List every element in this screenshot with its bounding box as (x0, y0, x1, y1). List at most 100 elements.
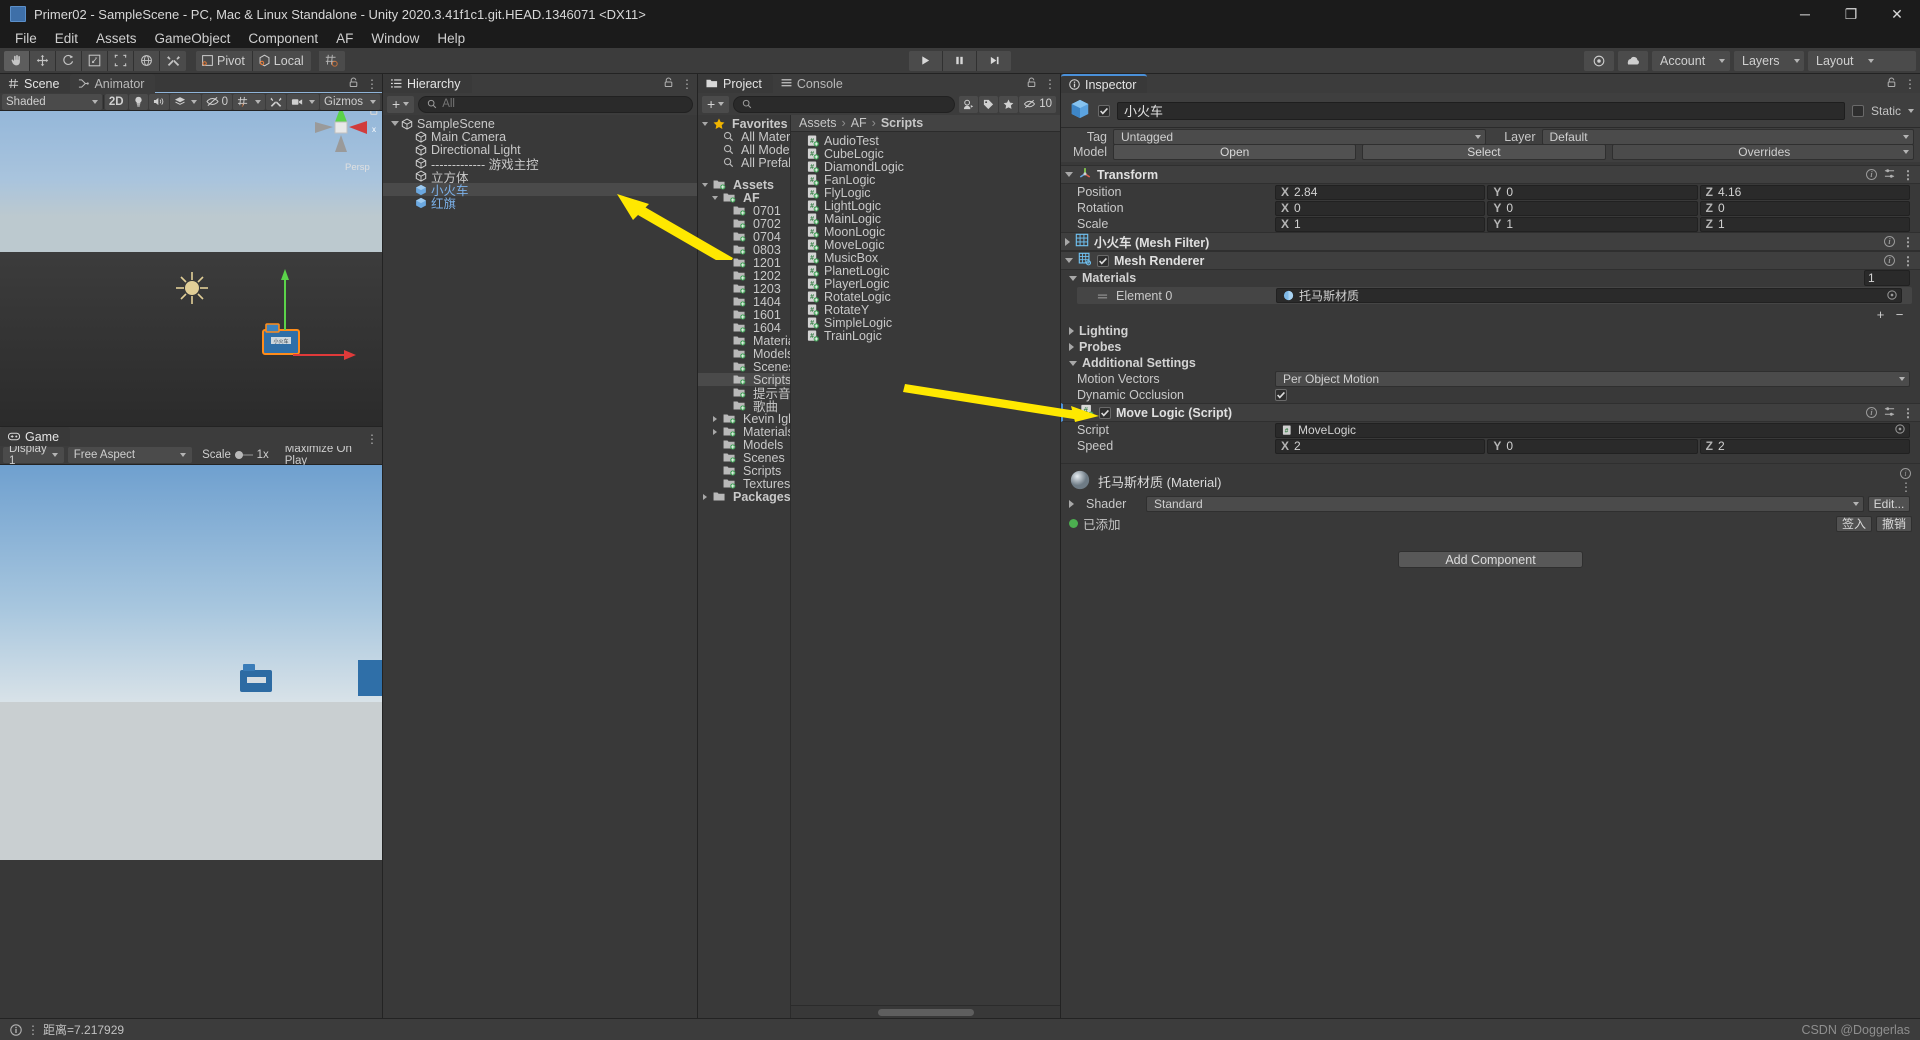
scene-lock-icon[interactable] (348, 76, 359, 91)
apply-button[interactable]: 签入 (1836, 515, 1872, 532)
breadcrumb-segment[interactable]: Assets (799, 116, 837, 130)
scale-slider[interactable]: Scale 1x (196, 447, 275, 463)
close-button[interactable]: ✕ (1874, 0, 1920, 28)
collab-button[interactable] (1584, 50, 1614, 71)
project-tree-item[interactable]: 1203 (698, 282, 790, 296)
materials-count[interactable]: 1 (1864, 270, 1910, 286)
project-asset-item[interactable]: # MoonLogic (791, 225, 1060, 239)
twisty-right-icon[interactable] (1069, 343, 1074, 351)
rect-tool-button[interactable] (108, 50, 134, 71)
project-asset-item[interactable]: # DiamondLogic (791, 160, 1060, 174)
audio-toggle-button[interactable] (148, 93, 169, 110)
additional-settings-foldout[interactable]: Additional Settings (1061, 355, 1920, 371)
hand-tool-button[interactable] (4, 50, 30, 71)
help-icon[interactable]: i (1884, 236, 1895, 247)
gizmos-toggle-button[interactable]: Gizmos (320, 93, 380, 110)
mesh-renderer-enabled-checkbox[interactable] (1097, 254, 1109, 267)
project-add-button[interactable]: + (702, 95, 730, 113)
transform-scale-z-field[interactable]: Z1 (1699, 216, 1910, 232)
twisty-right-icon[interactable] (1069, 327, 1074, 335)
local-toggle[interactable]: Local (252, 50, 311, 71)
material-element-field[interactable]: 托马斯材质 (1276, 288, 1902, 303)
aspect-dropdown[interactable]: Free Aspect (67, 447, 193, 463)
hidden-objects-button[interactable]: 0 (201, 93, 233, 110)
object-name-field[interactable]: 小火车 (1117, 101, 1845, 120)
shader-dropdown[interactable]: Standard (1146, 496, 1864, 512)
twisty-down-icon[interactable] (700, 182, 709, 187)
component-menu-icon[interactable]: ⋮ (1902, 169, 1914, 181)
transform-rotation-x-field[interactable]: X0 (1275, 200, 1486, 216)
maximize-button[interactable]: ❐ (1828, 0, 1874, 28)
lighting-toggle-button[interactable] (128, 93, 148, 110)
speed-y-field[interactable]: Y 0 (1487, 438, 1698, 454)
custom-tool-button[interactable] (160, 50, 186, 71)
project-tree-item[interactable]: Scenes (698, 451, 790, 465)
project-tree-item[interactable]: 1404 (698, 295, 790, 309)
scale-slider-thumb[interactable] (234, 451, 243, 459)
project-tree-item[interactable]: Assets (698, 178, 790, 192)
scene-camera-button[interactable] (287, 93, 320, 110)
twisty-down-icon[interactable] (1069, 275, 1077, 281)
project-tree-item[interactable]: Favorites (698, 117, 790, 131)
object-picker-icon[interactable] (1895, 423, 1905, 437)
project-tree-item[interactable]: Kevin Igles (698, 412, 790, 426)
pivot-toggle[interactable]: Pivot (196, 50, 253, 71)
motion-vectors-dropdown[interactable]: Per Object Motion (1275, 371, 1910, 387)
model-overrides-dropdown[interactable]: Overrides (1611, 144, 1914, 160)
transform-scale-y-field[interactable]: Y1 (1487, 216, 1698, 232)
project-asset-item[interactable]: # MainLogic (791, 212, 1060, 226)
filter-by-label-button[interactable] (979, 95, 999, 113)
project-search-input[interactable] (757, 98, 947, 110)
inspector-lock-icon[interactable] (1886, 76, 1897, 91)
tab-project[interactable]: Project (698, 74, 773, 93)
model-open-button[interactable]: Open (1113, 144, 1357, 160)
tab-game[interactable]: Game (0, 427, 71, 446)
component-menu-icon[interactable]: ⋮ (1902, 255, 1914, 267)
project-asset-item[interactable]: # RotateY (791, 303, 1060, 317)
transform-rotation-z-field[interactable]: Z0 (1699, 200, 1910, 216)
tab-hierarchy[interactable]: Hierarchy (383, 74, 472, 93)
preset-icon[interactable] (1884, 406, 1895, 420)
grid-snap-button[interactable] (318, 50, 345, 71)
transform-rotation-y-field[interactable]: Y0 (1487, 200, 1698, 216)
layer-dropdown[interactable]: Default (1541, 128, 1914, 145)
component-menu-icon[interactable]: ⋮ (1900, 480, 1912, 494)
rotate-tool-button[interactable] (56, 50, 82, 71)
menu-item-assets[interactable]: Assets (87, 30, 146, 47)
script-object-field[interactable]: # MoveLogic (1275, 422, 1910, 438)
twisty-right-icon[interactable] (700, 493, 709, 500)
tab-inspector[interactable]: Inspector (1061, 74, 1148, 93)
twisty-right-icon[interactable] (710, 428, 719, 435)
pause-button[interactable] (943, 50, 977, 71)
drag-handle-icon[interactable] (1097, 289, 1108, 303)
tab-console[interactable]: Console (772, 74, 854, 93)
project-asset-item[interactable]: # AudioTest (791, 134, 1060, 148)
twisty-down-icon[interactable] (389, 121, 401, 127)
transform-tool-button[interactable] (134, 50, 160, 71)
dynamic-occlusion-checkbox[interactable] (1275, 389, 1287, 401)
move-logic-enabled-checkbox[interactable] (1099, 406, 1111, 419)
shader-edit-button[interactable]: Edit... (1868, 496, 1910, 512)
speed-x-field[interactable]: X 2 (1275, 438, 1486, 454)
project-menu-icon[interactable]: ⋮ (1044, 78, 1056, 90)
layers-dropdown[interactable]: Layers (1734, 50, 1804, 71)
transform-position-z-field[interactable]: Z 4.16 (1699, 184, 1910, 200)
project-tree-item[interactable]: 1202 (698, 269, 790, 283)
project-asset-item[interactable]: # LightLogic (791, 199, 1060, 213)
add-component-button[interactable]: Add Component (1398, 551, 1583, 568)
project-asset-item[interactable]: # FanLogic (791, 173, 1060, 187)
toggle-2d-button[interactable]: 2D (104, 93, 128, 110)
project-asset-item[interactable]: # RotateLogic (791, 290, 1060, 304)
project-search-box[interactable] (733, 95, 956, 113)
grid-visibility-button[interactable]: y (233, 93, 266, 110)
menu-item-window[interactable]: Window (362, 30, 428, 47)
project-tree-item[interactable]: All Materia (698, 130, 790, 144)
project-asset-item[interactable]: # SimpleLogic (791, 316, 1060, 330)
maximize-on-play-button[interactable]: Maximize On Play (279, 443, 379, 467)
project-tree-item[interactable]: Material (698, 334, 790, 348)
lighting-foldout[interactable]: Lighting (1061, 323, 1920, 339)
project-tree-item[interactable]: 0704 (698, 230, 790, 244)
preset-icon[interactable] (1884, 168, 1895, 182)
object-picker-icon[interactable] (1887, 289, 1897, 303)
mesh-filter-component-header[interactable]: 小火车 (Mesh Filter) i ⋮ (1061, 232, 1920, 251)
